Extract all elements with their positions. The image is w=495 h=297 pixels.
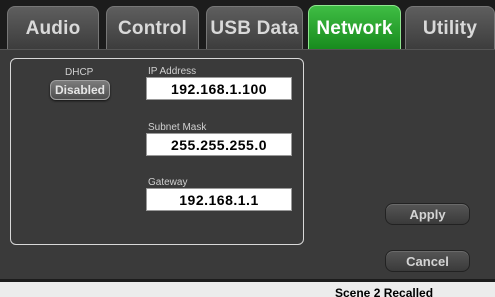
tab-usb-data[interactable]: USB Data [206,6,303,50]
status-message: Scene 2 Recalled [335,286,434,297]
tab-network[interactable]: Network [308,5,401,51]
status-bar: Scene 2 Recalled [0,282,495,297]
dhcp-label: DHCP [65,67,94,78]
dhcp-toggle-button[interactable]: Disabled [50,80,110,100]
cancel-button[interactable]: Cancel [385,250,470,272]
tab-utility[interactable]: Utility [405,6,495,50]
gateway-field[interactable]: 192.168.1.1 [146,188,292,211]
apply-button[interactable]: Apply [385,203,470,225]
subnet-mask-field[interactable]: 255.255.255.0 [146,133,292,156]
tab-audio[interactable]: Audio [7,6,99,50]
tab-bar: Audio Control USB Data Network Utility [0,0,495,51]
ip-address-field[interactable]: 192.168.1.100 [146,77,292,100]
subnet-mask-label: Subnet Mask [148,122,207,133]
gateway-label: Gateway [148,177,188,188]
ip-address-label: IP Address [148,66,197,77]
tab-control[interactable]: Control [106,6,199,50]
